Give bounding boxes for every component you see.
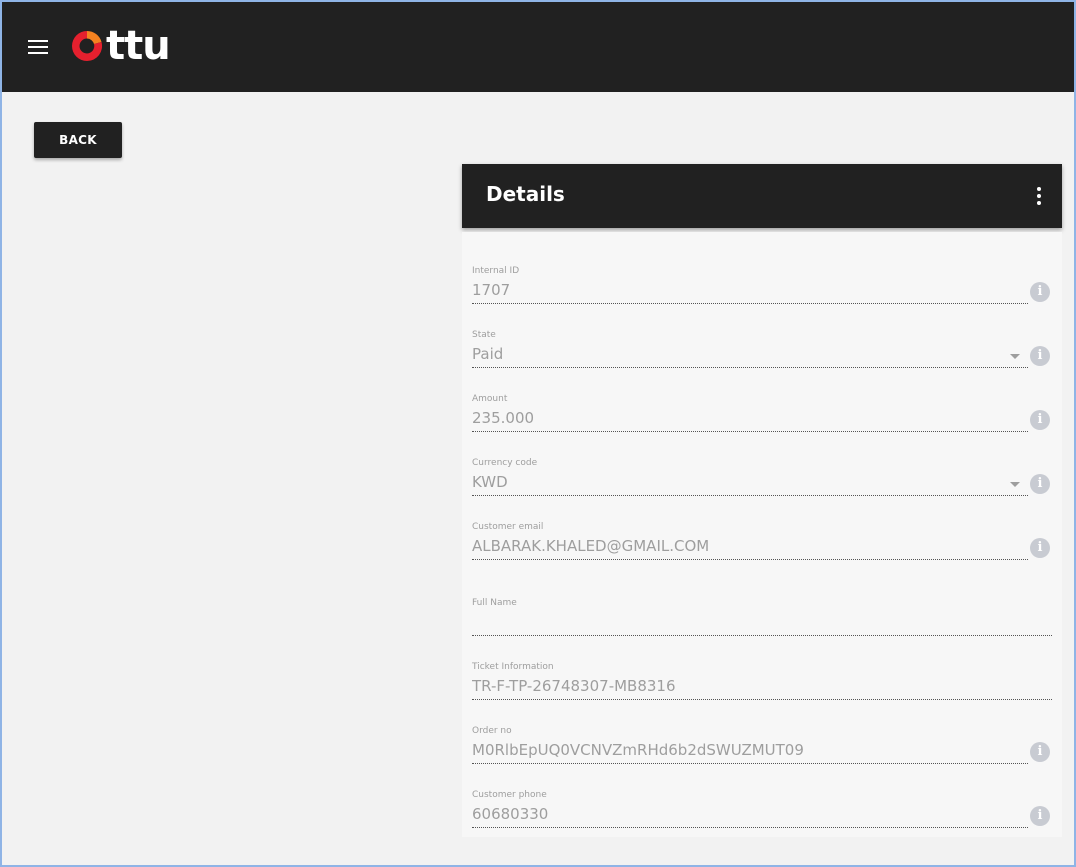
info-icon[interactable]: i bbox=[1030, 410, 1050, 430]
full-name-input[interactable] bbox=[472, 610, 1052, 636]
details-card-header: Details bbox=[462, 164, 1062, 228]
currency-code-label: Currency code bbox=[472, 458, 538, 468]
back-button[interactable]: BACK bbox=[34, 122, 122, 158]
info-icon[interactable]: i bbox=[1030, 346, 1050, 366]
logo-text: ttu bbox=[106, 23, 171, 69]
info-icon[interactable]: i bbox=[1030, 742, 1050, 762]
dropdown-arrow-icon[interactable] bbox=[1010, 482, 1020, 487]
customer-email-label: Customer email bbox=[472, 522, 544, 532]
info-icon[interactable]: i bbox=[1030, 282, 1050, 302]
state-label: State bbox=[472, 330, 496, 340]
logo-ring-icon bbox=[72, 30, 103, 62]
full-name-label: Full Name bbox=[472, 598, 517, 608]
customer-phone-label: Customer phone bbox=[472, 790, 547, 800]
customer-email-input[interactable]: ALBARAK.KHALED@GMAIL.COM bbox=[472, 534, 1028, 560]
ottu-logo[interactable]: ttu bbox=[70, 23, 171, 69]
dropdown-arrow-icon[interactable] bbox=[1010, 354, 1020, 359]
details-title: Details bbox=[486, 182, 565, 206]
ticket-information-label: Ticket Information bbox=[472, 662, 554, 672]
internal-id-input[interactable]: 1707 bbox=[472, 278, 1028, 304]
app-window: ttu BACK Details Internal ID 1707 i Stat… bbox=[0, 0, 1076, 867]
more-options-icon[interactable] bbox=[1036, 187, 1042, 205]
order-no-label: Order no bbox=[472, 726, 512, 736]
menu-icon[interactable] bbox=[28, 40, 48, 54]
order-no-input[interactable]: M0RlbEpUQ0VCNVZmRHd6b2dSWUZMUT09 bbox=[472, 738, 1028, 764]
state-select[interactable]: Paid bbox=[472, 342, 1028, 368]
customer-phone-input[interactable]: 60680330 bbox=[472, 802, 1028, 828]
info-icon[interactable]: i bbox=[1030, 806, 1050, 826]
main-content: BACK Details Internal ID 1707 i State Pa… bbox=[2, 92, 1074, 837]
internal-id-label: Internal ID bbox=[472, 266, 520, 276]
ticket-information-input[interactable]: TR-F-TP-26748307-MB8316 bbox=[472, 674, 1052, 700]
info-icon[interactable]: i bbox=[1030, 538, 1050, 558]
details-form: Internal ID 1707 i State Paid i Amount 2… bbox=[462, 232, 1062, 837]
amount-input[interactable]: 235.000 bbox=[472, 406, 1028, 432]
top-app-bar: ttu bbox=[2, 2, 1074, 92]
currency-code-select[interactable]: KWD bbox=[472, 470, 1028, 496]
amount-label: Amount bbox=[472, 394, 508, 404]
info-icon[interactable]: i bbox=[1030, 474, 1050, 494]
